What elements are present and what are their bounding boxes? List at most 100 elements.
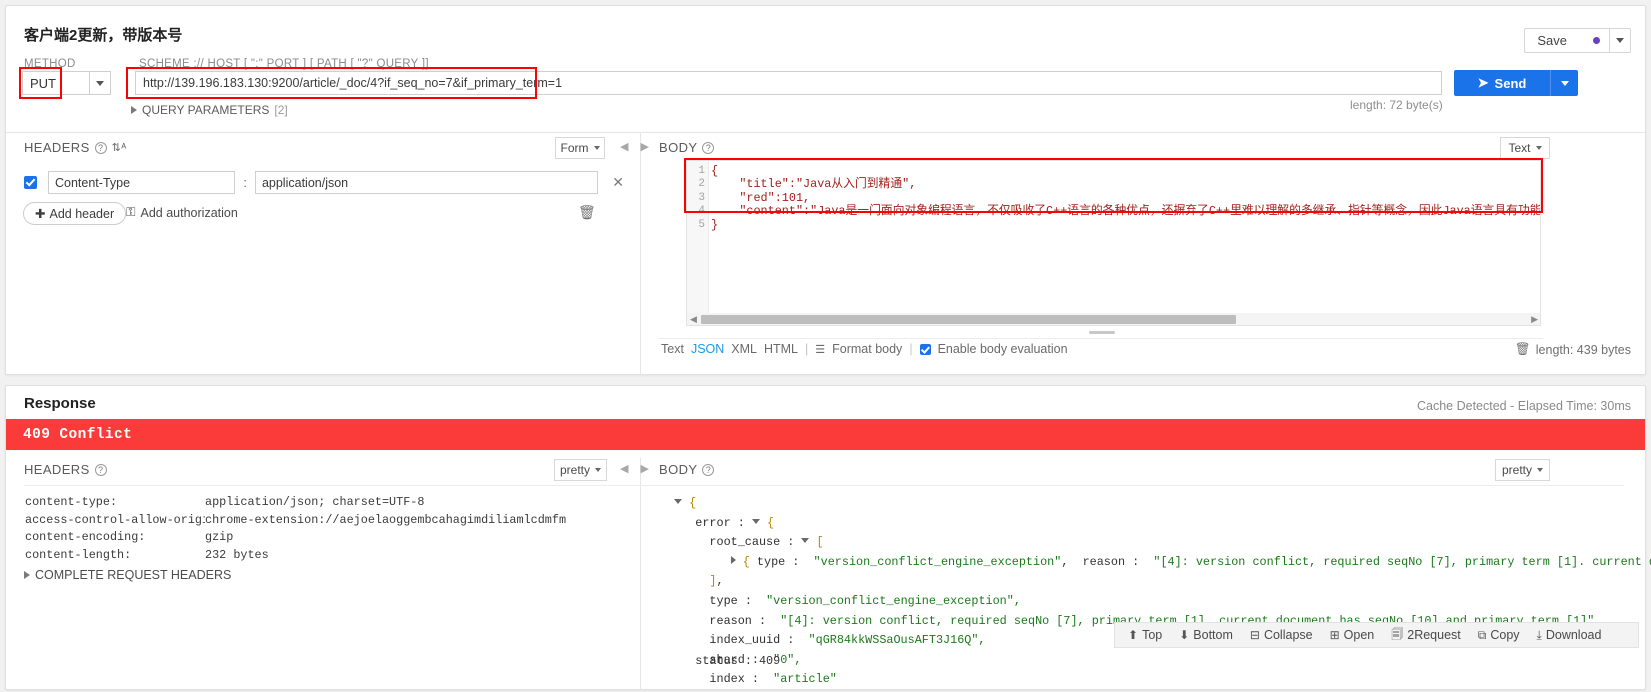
header-enabled-checkbox[interactable] bbox=[24, 176, 37, 189]
request-pane-nav: ◀ ▶ bbox=[620, 140, 649, 153]
cache-elapsed-info: Cache Detected - Elapsed Time: 30ms bbox=[1417, 399, 1631, 413]
remove-header-icon[interactable]: ✕ bbox=[612, 174, 624, 191]
editor-resize-grip[interactable] bbox=[1089, 331, 1115, 334]
save-dropdown-button[interactable] bbox=[1609, 28, 1631, 53]
body-toolbar: Text JSON XML HTML | ☰ Format body | Ena… bbox=[661, 342, 1068, 356]
response-action-open[interactable]: ⊞ Open bbox=[1330, 628, 1375, 642]
body-length-info: 🗑 length: 439 bytes bbox=[1515, 342, 1631, 357]
response-body-view-value: pretty bbox=[1501, 463, 1532, 477]
response-header-value: 232 bytes bbox=[205, 547, 269, 562]
response-action-label: Copy bbox=[1490, 628, 1520, 642]
response-header-key: content-encoding: bbox=[25, 530, 146, 544]
headers-label: HEADERS bbox=[24, 140, 90, 155]
response-pane-nav: ◀ ▶ bbox=[620, 462, 649, 475]
send-dropdown-button[interactable] bbox=[1550, 70, 1578, 96]
body-view-select[interactable]: Text bbox=[1500, 137, 1550, 159]
format-lines-icon[interactable]: ☰ bbox=[815, 343, 825, 356]
format-tab-text[interactable]: Text bbox=[661, 342, 684, 356]
query-parameters-count: [2] bbox=[274, 103, 288, 117]
pane-prev-icon[interactable]: ◀ bbox=[620, 462, 628, 475]
request-body-code[interactable]: { "title":"Java从入门到精通", "red":101, "cont… bbox=[711, 165, 1540, 232]
response-action-bottom[interactable]: ⬇ Bottom bbox=[1179, 628, 1233, 642]
help-icon[interactable]: ? bbox=[702, 141, 715, 154]
response-header-row: access-control-allow-origi… chrome-extens… bbox=[25, 512, 566, 530]
response-header-value: application/json; charset=UTF-8 bbox=[205, 495, 425, 509]
arrow-down-circle-icon: ⬇ bbox=[1179, 628, 1190, 642]
response-body-clipped-line: status : 409 bbox=[695, 654, 781, 664]
response-action-label: Download bbox=[1545, 628, 1602, 642]
pane-prev-icon[interactable]: ◀ bbox=[620, 140, 628, 153]
response-header-row: content-type: application/json; charset=U… bbox=[25, 494, 566, 512]
format-tab-html[interactable]: HTML bbox=[764, 342, 798, 356]
response-headers-view-select[interactable]: pretty bbox=[554, 459, 607, 481]
enable-body-evaluation-checkbox[interactable] bbox=[919, 343, 931, 355]
request-title: 客户端2更新，带版本号 bbox=[24, 27, 183, 44]
response-action-copy[interactable]: ⧉ Copy bbox=[1478, 628, 1520, 643]
response-action-top[interactable]: ⬆ Top bbox=[1128, 628, 1162, 642]
sort-az-icon[interactable]: ⇅ᴬ bbox=[112, 141, 127, 154]
pane-next-icon[interactable]: ▶ bbox=[640, 140, 648, 153]
rest-client-app: 客户端2更新，带版本号 Save METHOD SCHEME :// HOST … bbox=[0, 0, 1651, 692]
header-row: : ✕ bbox=[24, 171, 624, 194]
request-panel: 客户端2更新，带版本号 Save METHOD SCHEME :// HOST … bbox=[5, 5, 1647, 375]
download-icon: ⤓ bbox=[1536, 627, 1542, 642]
chevron-down-icon bbox=[595, 468, 601, 472]
response-header-row: content-length: 232 bytes bbox=[25, 547, 566, 565]
chevron-down-icon bbox=[1616, 38, 1624, 43]
chevron-down-icon bbox=[96, 80, 104, 86]
request-body-section-title: BODY ? bbox=[659, 140, 715, 155]
response-action-label: Collapse bbox=[1263, 628, 1313, 642]
header-value-input[interactable] bbox=[254, 171, 599, 194]
header-name-input[interactable] bbox=[48, 171, 236, 194]
response-column-divider bbox=[640, 458, 641, 690]
send-button-label: Send bbox=[1494, 75, 1527, 91]
url-input[interactable] bbox=[135, 71, 1442, 95]
request-headers-section-title: HEADERS ? ⇅ᴬ bbox=[24, 140, 127, 155]
send-button[interactable]: ➤ Send bbox=[1454, 70, 1550, 96]
chevron-down-icon bbox=[1535, 146, 1542, 150]
response-action-2request[interactable]: 🗐 2Request bbox=[1391, 625, 1461, 646]
add-authorization-button[interactable]: ⚿ Add authorization bbox=[126, 205, 238, 220]
chevron-right-icon bbox=[131, 106, 137, 114]
response-action-collapse[interactable]: ⊟ Collapse bbox=[1250, 628, 1313, 642]
copy-icon: ⧉ bbox=[1477, 627, 1487, 642]
complete-request-headers-toggle[interactable]: COMPLETE REQUEST HEADERS bbox=[24, 568, 231, 582]
add-header-button[interactable]: ✚ Add header bbox=[23, 202, 127, 225]
pane-next-icon[interactable]: ▶ bbox=[640, 462, 648, 475]
editor-line-numbers: 1 2 3 4 5 bbox=[687, 161, 709, 319]
headers-view-select[interactable]: Form bbox=[555, 137, 605, 159]
editor-horizontal-scrollbar[interactable]: ◀ ▶ bbox=[686, 313, 1541, 326]
headers-view-select-value: Form bbox=[560, 141, 589, 155]
request-divider bbox=[6, 132, 1647, 133]
request-body-editor[interactable]: 1 2 3 4 5 { "title":"Java从入门到精通", "red":… bbox=[686, 160, 1541, 320]
response-header-row: content-encoding: gzip bbox=[25, 529, 566, 547]
response-body-divider bbox=[659, 485, 1624, 486]
scroll-right-icon[interactable]: ▶ bbox=[1531, 314, 1538, 325]
trash-icon[interactable]: 🗑 bbox=[1515, 342, 1531, 357]
response-body-json-tree: { error : { root_cause : [ { type : "ver… bbox=[674, 494, 1651, 692]
method-dropdown-button[interactable] bbox=[89, 71, 111, 95]
delete-headers-icon[interactable]: 🗑 bbox=[578, 204, 596, 221]
help-icon[interactable]: ? bbox=[94, 141, 107, 154]
method-select[interactable]: PUT bbox=[22, 71, 111, 95]
response-action-download[interactable]: ⤓ Download bbox=[1537, 628, 1602, 643]
help-icon[interactable]: ? bbox=[702, 463, 715, 476]
toolbar-separator: | bbox=[909, 342, 913, 356]
response-body-label: BODY bbox=[659, 462, 698, 477]
scrollbar-thumb[interactable] bbox=[701, 314, 1236, 324]
query-parameters-toggle[interactable]: QUERY PARAMETERS [2] bbox=[131, 103, 288, 117]
add-authorization-label: Add authorization bbox=[140, 205, 238, 220]
format-tab-xml[interactable]: XML bbox=[731, 342, 757, 356]
help-icon[interactable]: ? bbox=[94, 463, 107, 476]
format-tab-json[interactable]: JSON bbox=[691, 342, 724, 356]
save-button[interactable]: Save bbox=[1524, 28, 1609, 53]
scroll-left-icon[interactable]: ◀ bbox=[687, 314, 700, 325]
response-status-text: 409 Conflict bbox=[23, 426, 133, 443]
response-body-view-select[interactable]: pretty bbox=[1495, 459, 1550, 481]
enable-body-evaluation-label: Enable body evaluation bbox=[937, 342, 1068, 356]
response-body-section-title: BODY ? bbox=[659, 462, 715, 477]
request-column-divider bbox=[640, 133, 641, 375]
response-headers-section-title: HEADERS ? bbox=[24, 462, 107, 477]
format-body-button[interactable]: Format body bbox=[832, 342, 902, 356]
body-label: BODY bbox=[659, 140, 698, 155]
